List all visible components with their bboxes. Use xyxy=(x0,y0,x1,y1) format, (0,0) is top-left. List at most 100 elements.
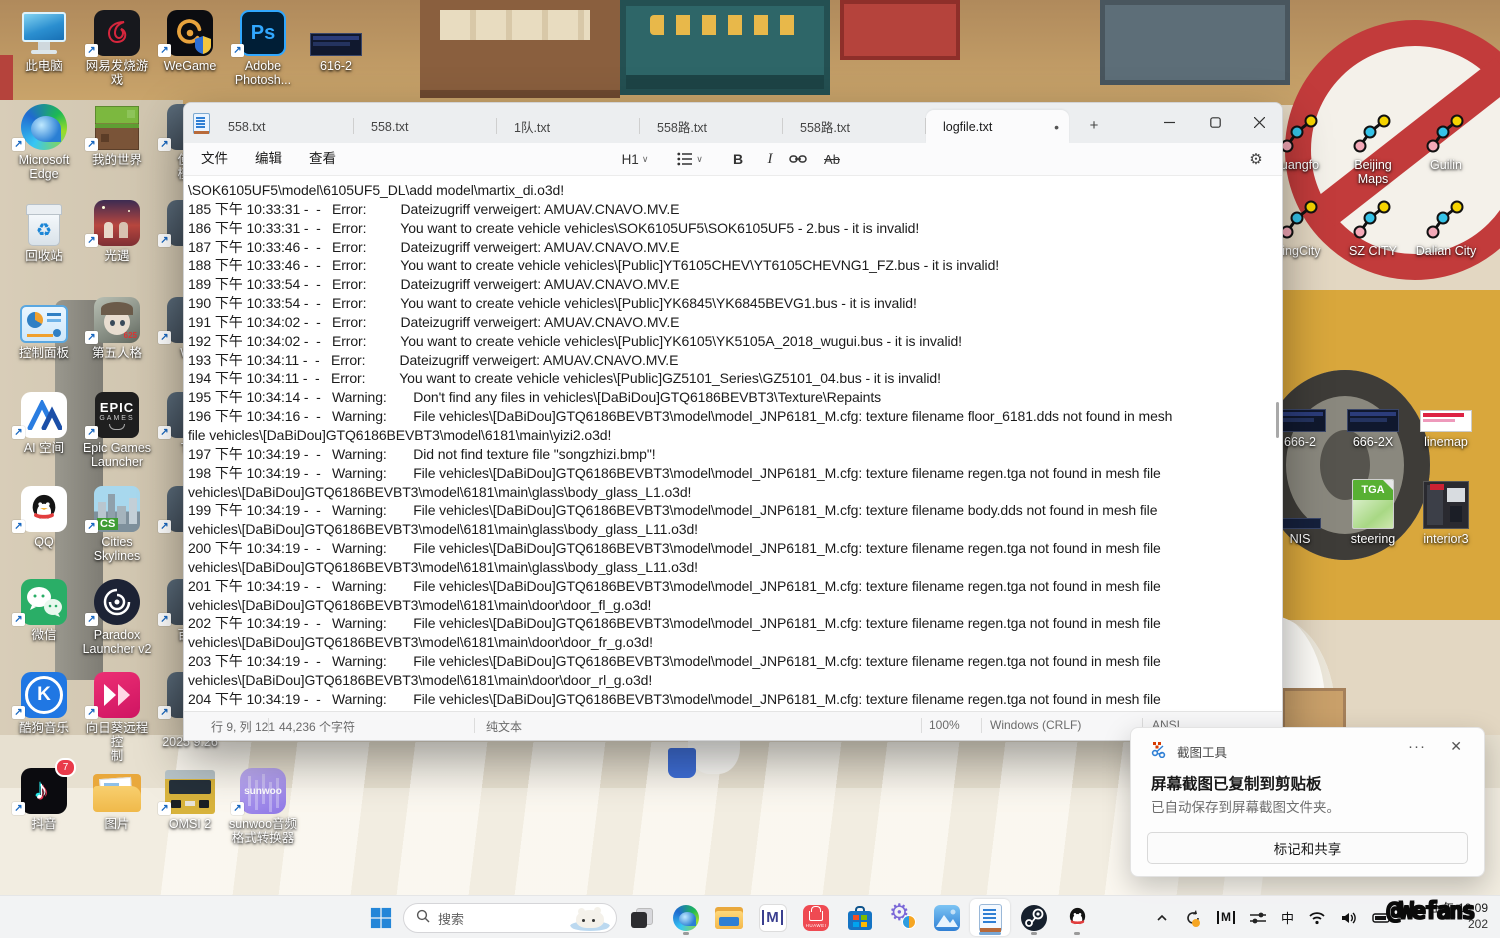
desktop-icon-label: 抖音 xyxy=(8,817,80,831)
desktop-icon[interactable]: K↗酷狗音乐 xyxy=(8,668,80,735)
minimize-button[interactable] xyxy=(1146,103,1192,141)
desktop-icon[interactable]: EPICGAMES↗Epic Games Launcher xyxy=(81,388,153,469)
bold-button[interactable]: B xyxy=(724,147,752,171)
editor-tab[interactable]: 558路.txt xyxy=(783,110,926,143)
shortcut-arrow-icon: ↗ xyxy=(85,520,98,533)
taskbar-microsoft-edge-icon[interactable] xyxy=(666,899,706,936)
epic-icon: EPICGAMES↗ xyxy=(81,388,153,438)
shortcut-arrow-icon: ↗ xyxy=(85,234,98,247)
metro-map-icon xyxy=(1337,197,1409,241)
taskbar-huawei-appgallery-icon[interactable]: HUAWEI xyxy=(796,899,836,936)
editor-tab-active[interactable]: logfile.txt• xyxy=(926,110,1069,143)
taskbar-notepad-icon[interactable] xyxy=(970,899,1010,936)
desktop-icon[interactable]: sunwoo↗sunwoo音频 格式转换器 xyxy=(227,764,299,845)
desktop-icon[interactable]: ↗光遇 xyxy=(81,196,153,263)
markup-share-button[interactable]: 标记和共享 xyxy=(1147,832,1468,864)
desktop-icon[interactable]: Dalian City xyxy=(1410,197,1482,258)
notification-close-button[interactable]: ✕ xyxy=(1450,738,1462,755)
desktop-icon[interactable]: ♻回收站 xyxy=(8,196,80,263)
metro-map-icon xyxy=(1337,105,1409,155)
taskbar-driver-tool-icon[interactable]: ⚙ xyxy=(883,899,923,936)
update-sync-icon[interactable] xyxy=(1184,909,1203,927)
desktop-icon-label: 微信 xyxy=(8,628,80,642)
vertical-scrollbar[interactable] xyxy=(1276,402,1279,438)
taskbar-photos-icon[interactable] xyxy=(927,899,967,936)
sunflower-icon: ↗ xyxy=(81,668,153,718)
search-input[interactable]: 搜索 xyxy=(403,903,617,933)
desktop-icon[interactable]: Guilin xyxy=(1410,105,1482,172)
editor-tab[interactable]: 558.txt xyxy=(211,110,354,143)
photoshop-icon: Ps↗ xyxy=(227,6,299,56)
desktop-icon[interactable]: CS↗Cities Skylines xyxy=(81,482,153,563)
editor-tab[interactable]: 1队.txt xyxy=(497,110,640,143)
ime-mode-m-icon[interactable]: M xyxy=(1217,911,1235,924)
shortcut-arrow-icon: ↗ xyxy=(158,331,171,344)
editor-tab[interactable]: 558路.txt xyxy=(640,110,783,143)
desktop-icon[interactable]: ↗Paradox Launcher v2 xyxy=(81,575,153,656)
settings-gear-icon[interactable]: ⚙ xyxy=(1242,147,1270,171)
maximize-button[interactable] xyxy=(1192,103,1238,141)
desktop-icon[interactable]: 图片 xyxy=(81,764,153,831)
desktop-icon[interactable]: ↗WeGame xyxy=(154,6,226,73)
list-style-button[interactable]: ∨ xyxy=(676,147,704,171)
notification-title: 屏幕截图已复制到剪贴板 xyxy=(1151,772,1322,794)
running-indicator xyxy=(979,932,1001,935)
insert-link-button[interactable] xyxy=(784,147,812,171)
ime-chinese-icon[interactable]: 中 xyxy=(1281,908,1294,927)
menu-view[interactable]: 查看 xyxy=(300,148,345,170)
desktop-icon[interactable]: ↗网易发烧游戏 xyxy=(81,6,153,87)
notification-more-button[interactable]: ··· xyxy=(1408,738,1426,755)
menu-file[interactable]: 文件 xyxy=(192,148,237,170)
close-button[interactable] xyxy=(1236,103,1282,141)
editor-content[interactable]: \SOK6105UF5\model\6105UF5_DL\add model\m… xyxy=(184,175,1282,715)
status-line-endings[interactable]: Windows (CRLF) xyxy=(990,718,1081,732)
desktop-icon[interactable]: ↗AI 空间 xyxy=(8,388,80,455)
menu-edit[interactable]: 编辑 xyxy=(246,148,291,170)
italic-button[interactable]: I xyxy=(756,147,784,171)
this-pc-icon xyxy=(8,6,80,56)
taskbar-file-explorer-icon[interactable] xyxy=(709,899,749,936)
log-line: 185 下午 10:33:31 - - Error: Dateizugriff … xyxy=(188,200,1172,219)
taskbar-steam-icon[interactable] xyxy=(1014,899,1054,936)
desktop-icon[interactable]: ↗向日葵远程控 制 xyxy=(81,668,153,763)
desktop-icon-label: OMSI 2 xyxy=(154,817,226,831)
desktop-icon-label: 第五人格 xyxy=(81,346,153,360)
desktop-icon[interactable]: ♪♪♪↗7抖音 xyxy=(8,764,80,831)
desktop-icon[interactable]: TGAsteering xyxy=(1337,477,1409,546)
start-button[interactable] xyxy=(361,899,401,936)
taskbar-qq-icon[interactable] xyxy=(1057,899,1097,936)
status-zoom-level[interactable]: 100% xyxy=(929,718,960,732)
taskbar-task-view-icon[interactable] xyxy=(622,899,662,936)
new-tab-button[interactable]: + xyxy=(1081,115,1107,139)
desktop-icon[interactable]: interior3 xyxy=(1410,477,1482,546)
taskbar-marktext-icon[interactable]: M xyxy=(753,899,793,936)
desktop-icon[interactable]: 此电脑 xyxy=(8,6,80,73)
notification-body: 已自动保存到屏幕截图文件夹。 xyxy=(1151,796,1340,816)
desktop-icon-label: Microsoft Edge xyxy=(8,153,80,181)
desktop-icon[interactable]: 616-2 xyxy=(300,6,372,73)
desktop-icon[interactable]: SZ CITY xyxy=(1337,197,1409,258)
snipping-tool-notification[interactable]: 截图工具 ··· ✕ 屏幕截图已复制到剪贴板 已自动保存到屏幕截图文件夹。 标记… xyxy=(1130,727,1485,877)
desktop-icon[interactable]: Ps↗Adobe Photosh... xyxy=(227,6,299,87)
shortcut-arrow-icon: ↗ xyxy=(231,44,244,57)
audio-toggles-icon[interactable] xyxy=(1249,910,1267,926)
desktop-icon[interactable]: 666-2X xyxy=(1337,404,1409,449)
desktop-icon[interactable]: ↗QQ xyxy=(8,482,80,549)
editor-tab[interactable]: 558.txt xyxy=(354,110,497,143)
desktop-icon[interactable]: ↗OMSI 2 xyxy=(154,764,226,831)
taskbar-microsoft-store-icon[interactable] xyxy=(840,899,880,936)
desktop-icon-label: sunwoo音频 格式转换器 xyxy=(227,817,299,845)
desktop-icon[interactable]: ↗我的世界 xyxy=(81,100,153,167)
volume-icon[interactable] xyxy=(1340,911,1358,925)
heading-style-button[interactable]: H1∨ xyxy=(621,147,649,171)
thumb-dark-icon xyxy=(300,6,372,56)
clear-formatting-button[interactable]: Ab xyxy=(818,147,846,171)
wifi-icon[interactable] xyxy=(1308,911,1326,925)
desktop-icon[interactable]: Beijing Maps xyxy=(1337,105,1409,186)
desktop-icon[interactable]: ↗Microsoft Edge xyxy=(8,100,80,181)
desktop-icon[interactable]: linemap xyxy=(1410,404,1482,449)
hidden-icons-chevron-icon[interactable] xyxy=(1154,910,1170,926)
desktop-icon[interactable]: 625↗第五人格 xyxy=(81,293,153,360)
desktop-icon[interactable]: ↗微信 xyxy=(8,575,80,642)
desktop-icon[interactable]: 控制面板 xyxy=(8,293,80,360)
